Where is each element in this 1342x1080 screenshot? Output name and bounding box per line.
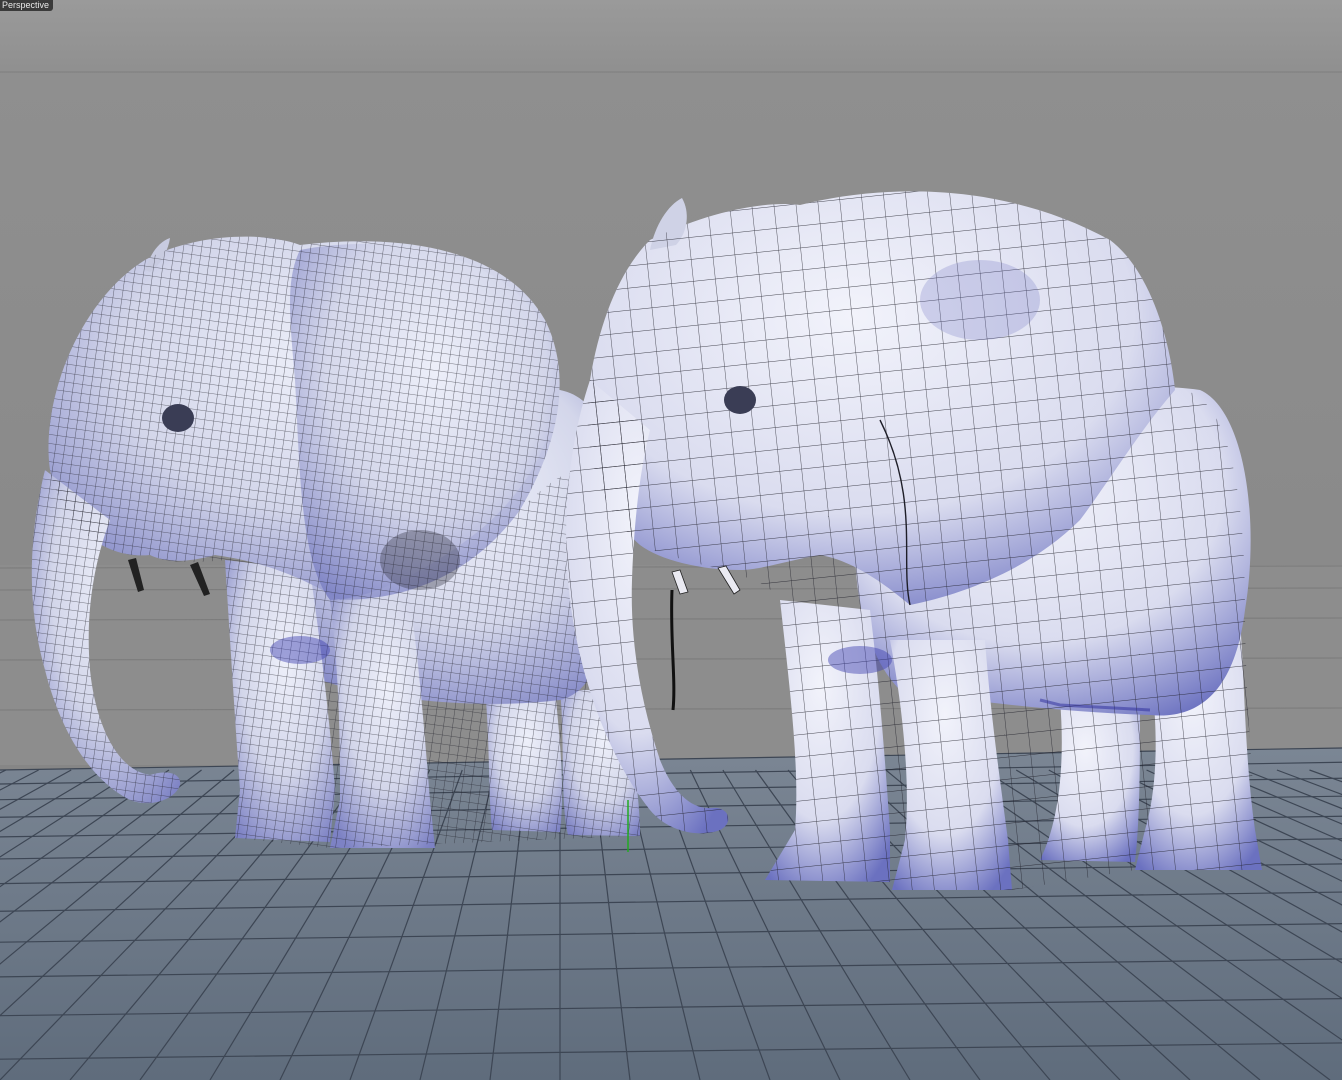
viewport-canvas[interactable]	[0, 0, 1342, 1080]
elephant-dense-eye	[162, 404, 194, 432]
viewport-label[interactable]: Perspective	[0, 0, 54, 11]
elephant-low-poly-eye	[724, 386, 756, 414]
perspective-viewport[interactable]: Perspective	[0, 0, 1342, 1080]
